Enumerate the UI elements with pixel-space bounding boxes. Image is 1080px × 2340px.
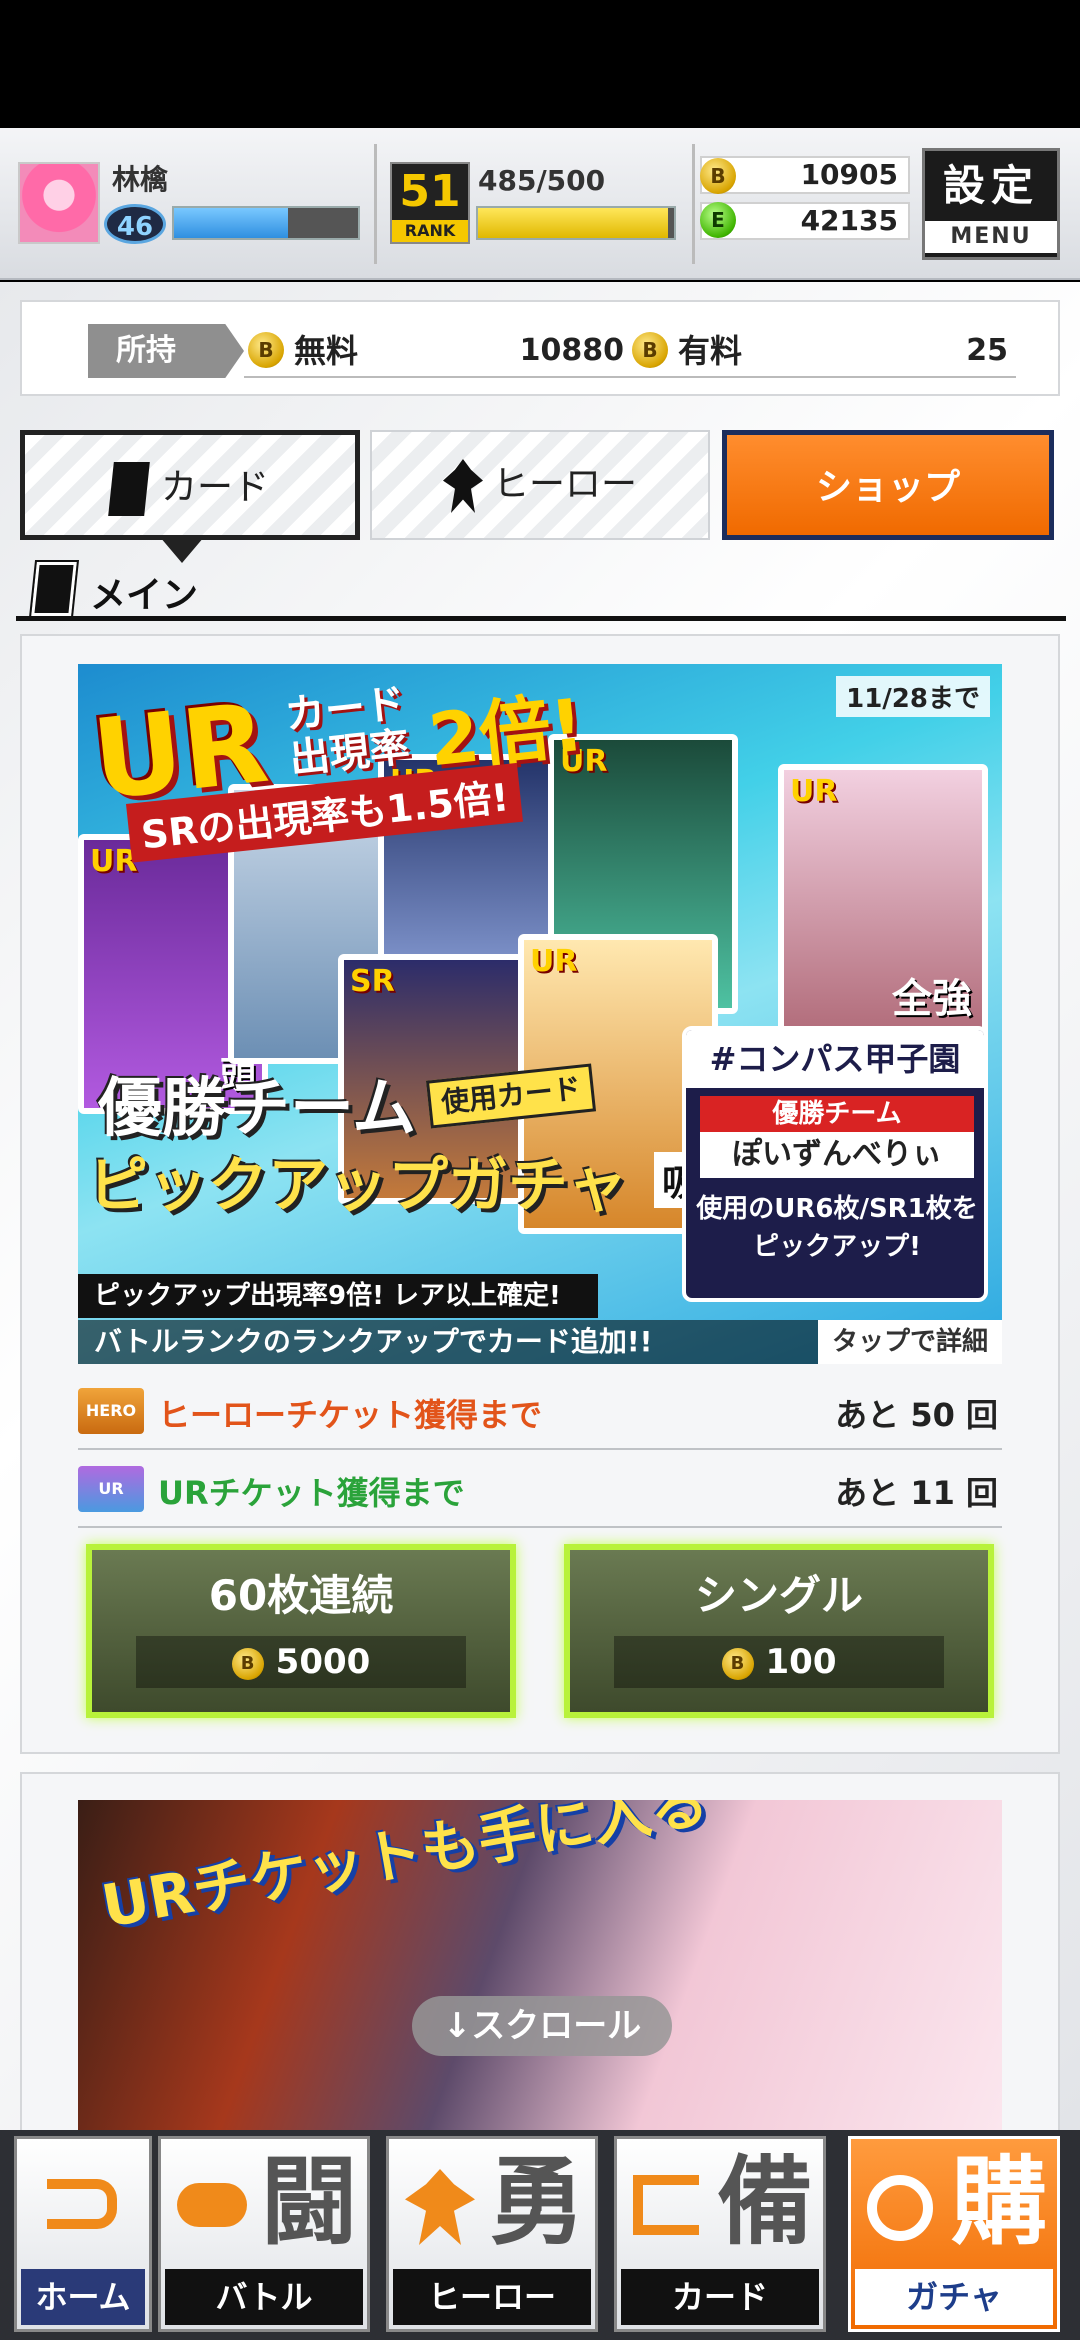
koshien-title: #コンパス甲子園 2021 [686,1030,984,1136]
banner-title-line1: 優勝チーム [98,1072,417,1146]
headline-rate: カード出現率 [282,680,412,783]
rank-bar-fill [478,208,669,238]
nav-battle[interactable]: 闘 バトル [158,2136,370,2332]
header-divider [374,144,377,264]
multi-pull-button[interactable]: 60枚連続 B 5000 [86,1544,516,1718]
exp-bar [172,206,360,240]
single-pull-cost-value: 100 [765,1642,837,1682]
koshien-team-label: 優勝チーム [700,1096,974,1132]
section-title: メイン [90,575,199,616]
ur-ticket-row: UR URチケット獲得まで あと 11 回 [78,1450,1002,1528]
koshien-pickup-text: 使用のUR6枚/SR1枚をピックアップ! [696,1194,978,1262]
paid-holding: B 有料 25 [628,324,1016,378]
nav-card-label: カード [621,2269,819,2325]
koshien-box: #コンパス甲子園 2021 優勝チーム ぽいずんべりぃ 使用のUR6枚/SR1枚… [682,1026,988,1302]
player-name: 林檎 [112,163,169,196]
second-gacha-banner[interactable]: URチケットも手に入る [78,1800,1002,2132]
hero-ticket-remaining: あと 50 回 [835,1396,998,1434]
header-divider [692,144,695,264]
multi-pull-cost-value: 5000 [275,1642,371,1682]
nav-hero[interactable]: 勇 ヒーロー [386,2136,598,2332]
multi-pull-cost: B 5000 [136,1636,466,1688]
player-header: 林檎 46 51 RANK 485/500 10905 42135 B E 設定… [0,128,1080,280]
scroll-hint: ↓スクロール [412,1996,672,2056]
bitcoin-icon: B [721,1647,754,1680]
ur-ticket-label: URチケット獲得まで [158,1474,465,1512]
tab-card-label: カード [160,467,269,508]
settings-label: 設定 [942,161,1039,210]
hero-ticket-icon: HERO [78,1388,144,1434]
banner-title-line2: ピックアップガチャ [88,1151,628,1221]
banner-deadline: 11/28まで [836,676,990,717]
ur-ticket-icon: UR [78,1466,144,1512]
rank-progress-text: 485/500 [478,164,606,197]
card-rarity: UR [530,944,578,979]
bitcoin-icon: B [700,158,736,194]
single-pull-label: シングル [694,1571,863,1620]
card-caption: 全強 [892,976,972,1022]
status-bar [0,0,1080,128]
tab-card[interactable]: カード [20,430,360,540]
card-icon [28,560,80,618]
banner2-title: URチケットも手に入る [96,1800,714,1941]
holdings-bar: 所持 B 無料 10880 B 有料 25 [20,300,1060,396]
free-value: 10880 [519,333,624,368]
nav-home-label: ホーム [21,2269,145,2325]
hero-ticket-row: HERO ヒーローチケット獲得まで あと 50 回 [78,1372,1002,1450]
banner-card: UR 全強 [778,764,988,1044]
card-rarity: SR [350,964,395,999]
gacha-capsule-icon [867,2175,933,2241]
rank-word: RANK [392,220,468,242]
exp-bar-fill [174,208,289,238]
ur-ticket-remaining: あと 11 回 [835,1474,998,1512]
nav-hero-label: ヒーロー [393,2269,591,2325]
hero-icon [405,2169,475,2245]
hero-icon [442,459,483,513]
tab-shop[interactable]: ショップ [722,430,1054,540]
banner-pickup-strip: ピックアップ出現率9倍! レア以上確定! [78,1274,598,1318]
level-badge: 46 [104,204,166,244]
bitcoin-icon: B [248,332,284,368]
avatar[interactable] [18,162,100,244]
rank-badge: 51 RANK [390,162,470,244]
nav-battle-label: バトル [165,2269,363,2325]
gamepad-icon [177,2183,247,2227]
menu-label: MENU [925,221,1057,253]
single-pull-button[interactable]: シングル B 100 [564,1544,994,1718]
nav-hero-kanji: 勇 [489,2146,585,2258]
nav-gacha-kanji: 購 [951,2146,1047,2258]
tab-hero-label: ヒーロー [492,464,637,505]
section-divider [16,616,1066,621]
bitcoin-icon: B [632,332,668,368]
rank-bar [476,206,676,240]
home-return-icon [47,2179,117,2229]
koshien-team-name: ぽいずんべりぃ [700,1132,974,1178]
holdings-tag: 所持 [88,324,244,378]
e-coin-icon: E [700,202,736,238]
nav-card-kanji: 備 [717,2146,813,2258]
nav-gacha[interactable]: 購 ガチャ [848,2136,1060,2332]
paid-value: 25 [966,333,1008,368]
paid-label: 有料 [678,332,743,370]
nav-home[interactable]: ホーム [14,2136,152,2332]
tab-hero[interactable]: ヒーロー [370,430,710,540]
bitcoin-icon: B [231,1647,264,1680]
pickup-gacha-banner[interactable]: UR 頭 UR UR UR 連 UR 全強 SR UR 吸血 11/28まで U… [78,664,1002,1364]
settings-menu-button[interactable]: 設定 MENU [922,148,1060,260]
card-icon [108,462,150,516]
banner-tap-detail[interactable]: タップで詳細 [817,1320,1002,1364]
nav-battle-kanji: 闘 [261,2146,357,2258]
hero-ticket-label: ヒーローチケット獲得まで [158,1396,543,1434]
card-deck-icon [633,2175,699,2235]
free-holding: B 無料 10880 [244,324,632,378]
free-label: 無料 [294,332,359,370]
rank-number: 51 [399,166,461,217]
card-rarity: UR [790,774,838,809]
multi-pull-label: 60枚連続 [208,1571,394,1620]
nav-card[interactable]: 備 カード [614,2136,826,2332]
nav-gacha-label: ガチャ [855,2269,1053,2325]
single-pull-cost: B 100 [614,1636,944,1688]
tab-pointer [160,537,204,563]
